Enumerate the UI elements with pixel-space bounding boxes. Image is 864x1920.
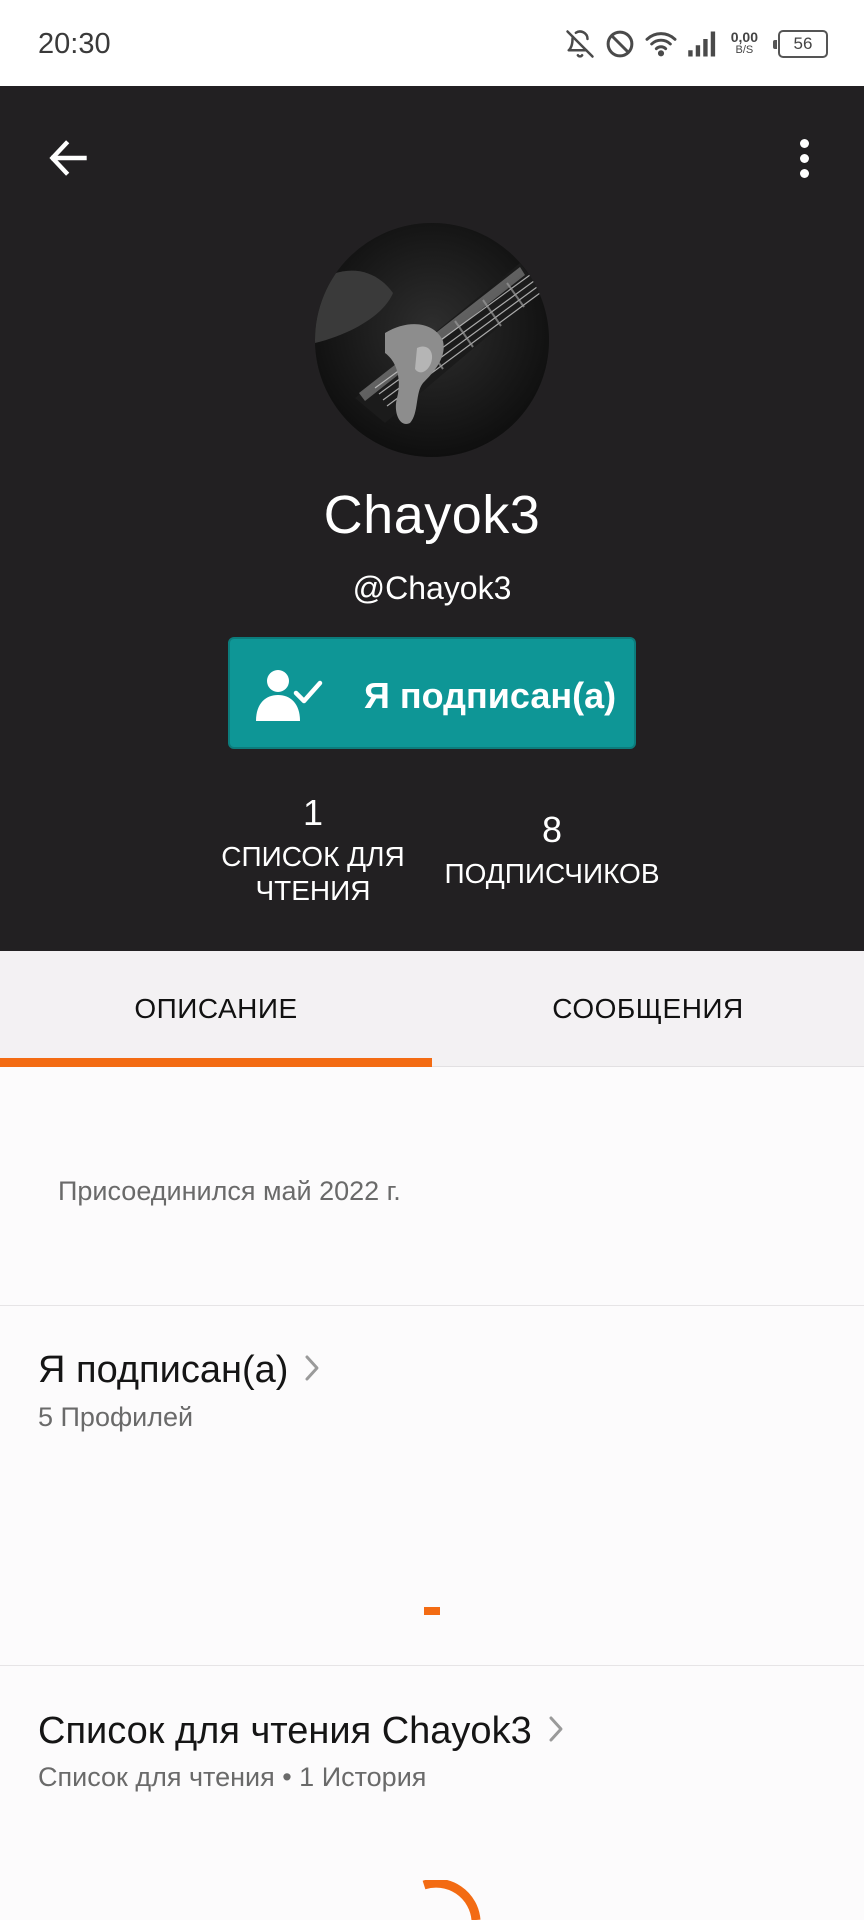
tab-messages[interactable]: СООБЩЕНИЯ: [432, 951, 864, 1067]
do-not-disturb-icon: [605, 29, 635, 59]
profile-tabs: ОПИСАНИЕ СООБЩЕНИЯ: [0, 951, 864, 1067]
avatar: [315, 223, 549, 457]
followers-label: ПОДПИСЧИКОВ: [444, 858, 660, 889]
more-options-button[interactable]: [784, 130, 824, 186]
reading-list-title: Список для чтения Chayok3: [38, 1710, 532, 1752]
status-time: 20:30: [38, 28, 111, 60]
back-button[interactable]: [40, 130, 96, 186]
following-count: 5 Профилей: [38, 1402, 194, 1432]
profile-username: @Chayok3: [352, 570, 512, 606]
status-bar: 20:30 0,00 B/S 56: [0, 0, 864, 86]
reading-lists-label: СПИСОК ДЛЯ ЧТЕНИЯ: [221, 841, 405, 906]
more-vertical-icon: [799, 138, 809, 148]
reading-lists-stat[interactable]: 1 СПИСОК ДЛЯ ЧТЕНИЯ: [208, 792, 418, 908]
following-button[interactable]: Я подписан(а): [228, 637, 636, 749]
chevron-right-icon: [546, 1714, 566, 1749]
battery-indicator: 56: [773, 30, 828, 58]
loading-spinner-icon: [400, 1878, 490, 1920]
tab-about[interactable]: ОПИСАНИЕ: [0, 951, 432, 1067]
network-speed: 0,00 B/S: [730, 29, 758, 56]
wifi-icon: [645, 30, 677, 58]
followers-count: 8: [541, 809, 563, 850]
profile-display-name: Chayok3: [323, 485, 541, 545]
divider: [0, 1305, 864, 1306]
loading-indicator: [424, 1607, 440, 1615]
divider: [0, 1665, 864, 1666]
user-check-icon: [250, 667, 326, 728]
reading-list-section-link[interactable]: Список для чтения Chayok3: [38, 1710, 566, 1753]
following-button-label: Я подписан(а): [364, 675, 617, 716]
bell-off-icon: [565, 29, 595, 59]
chevron-right-icon: [302, 1353, 322, 1388]
reading-list-subtitle: Список для чтения • 1 История: [38, 1762, 427, 1792]
cellular-signal-icon: [687, 30, 717, 58]
profile-header: Chayok3 @Chayok3 Я подписан(а) 1 СПИСОК …: [0, 86, 864, 951]
following-section-link[interactable]: Я подписан(а): [38, 1349, 322, 1392]
arrow-left-icon: [49, 140, 87, 176]
status-icons: 0,00 B/S 56: [565, 24, 828, 64]
joined-date: Присоединился май 2022 г.: [58, 1176, 401, 1206]
following-title: Я подписан(а): [38, 1349, 289, 1391]
reading-lists-count: 1: [302, 792, 324, 833]
followers-stat[interactable]: 8 ПОДПИСЧИКОВ: [432, 809, 672, 891]
